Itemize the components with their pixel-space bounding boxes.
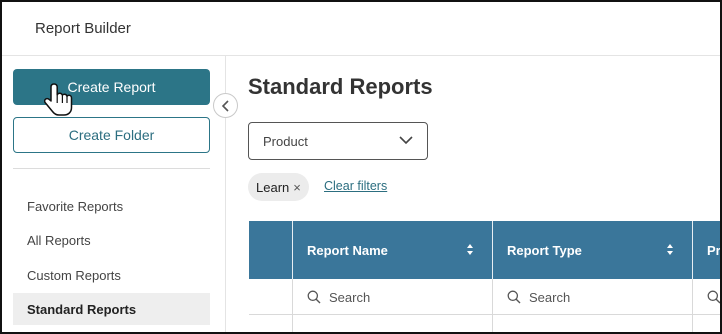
app-title: Report Builder	[35, 20, 131, 37]
reports-table: Report Name Report Type Pr Search Search	[249, 221, 721, 332]
product-select[interactable]: Product	[248, 122, 428, 160]
app-window: Report Builder Create Report Create Fold…	[0, 0, 722, 334]
column-header-select	[249, 221, 292, 279]
remove-filter-icon[interactable]: ×	[293, 180, 301, 195]
column-label-report-name: Report Name	[307, 242, 388, 258]
sidebar-item-custom-reports[interactable]: Custom Reports	[13, 259, 210, 291]
table-cell	[492, 315, 692, 332]
report-type-search-field[interactable]: Search	[492, 279, 692, 315]
column-header-product[interactable]: Pr	[692, 221, 721, 279]
column-label-product: Pr	[707, 242, 721, 258]
chevron-down-icon	[399, 136, 413, 145]
sidebar-divider	[13, 168, 210, 169]
top-bar: Report Builder	[2, 2, 720, 56]
table-header: Report Name Report Type Pr	[249, 221, 721, 279]
search-icon	[307, 290, 321, 304]
column-header-report-name[interactable]: Report Name	[292, 221, 492, 279]
create-report-button[interactable]: Create Report	[13, 69, 210, 105]
search-icon	[507, 290, 521, 304]
filter-chip-label: Learn	[256, 179, 290, 195]
column-header-report-type[interactable]: Report Type	[492, 221, 692, 279]
product-select-value: Product	[263, 133, 308, 149]
clear-filters-link[interactable]: Clear filters	[324, 179, 387, 193]
collapse-sidebar-button[interactable]	[213, 93, 238, 118]
table-cell	[292, 315, 492, 332]
sort-icon[interactable]	[466, 243, 474, 256]
sidebar-item-all-reports[interactable]: All Reports	[13, 224, 210, 256]
create-folder-button[interactable]: Create Folder	[13, 117, 210, 153]
report-name-search-placeholder: Search	[329, 289, 371, 305]
report-name-search-field[interactable]: Search	[292, 279, 492, 315]
report-type-search-placeholder: Search	[529, 289, 571, 305]
product-search-field[interactable]	[692, 279, 720, 315]
filter-chip-learn: Learn ×	[248, 173, 309, 201]
sidebar: Create Report Create Folder Favorite Rep…	[2, 56, 226, 332]
chevron-left-icon	[221, 99, 229, 112]
hand-pointer-icon	[44, 83, 73, 116]
main-content: Standard Reports Product Learn × Clear f…	[226, 56, 721, 332]
sidebar-item-standard-reports[interactable]: Standard Reports	[13, 293, 210, 325]
table-cell	[692, 315, 720, 332]
sort-icon[interactable]	[666, 243, 674, 256]
search-icon	[707, 290, 720, 304]
table-filter-row: Search Search	[249, 279, 720, 315]
page-title: Standard Reports	[248, 74, 433, 99]
column-label-report-type: Report Type	[507, 242, 582, 258]
table-row	[249, 315, 720, 332]
sidebar-item-favorite-reports[interactable]: Favorite Reports	[13, 190, 210, 222]
